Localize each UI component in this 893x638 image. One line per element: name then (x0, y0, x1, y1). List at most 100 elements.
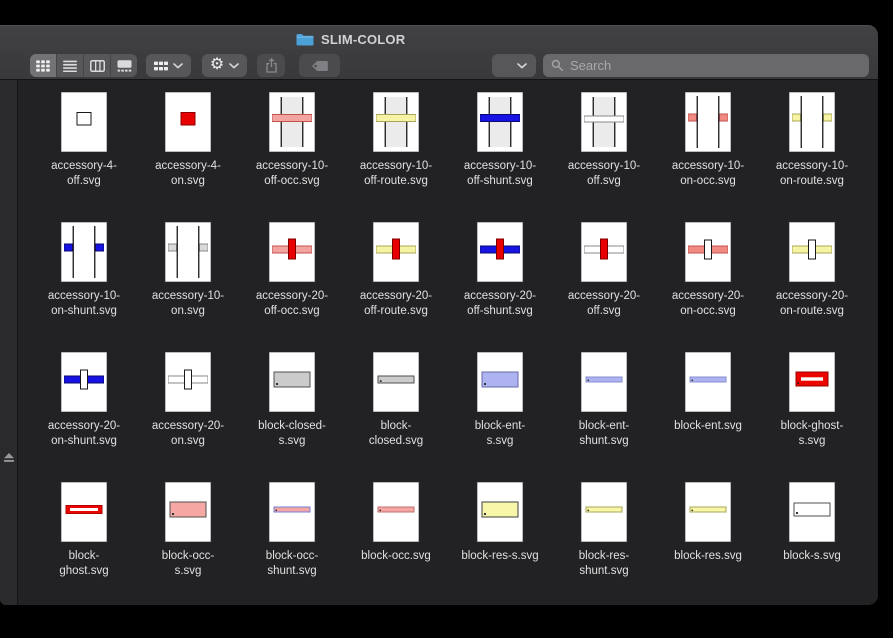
file-grid: accessory-4-off.svgaccessory-4-on.svgacc… (32, 92, 864, 605)
file-icon[interactable] (581, 352, 627, 412)
file-item[interactable]: block-ent-s.svg (448, 352, 552, 482)
file-item[interactable]: accessory-20-on-occ.svg (656, 222, 760, 352)
file-item[interactable]: block-occ.svg (344, 482, 448, 605)
file-icon[interactable] (165, 222, 211, 282)
file-item[interactable]: block-res-shunt.svg (552, 482, 656, 605)
file-item[interactable]: block-occ-shunt.svg (240, 482, 344, 605)
file-name: accessory-20-off-occ.svg (256, 289, 328, 319)
file-icon[interactable] (269, 352, 315, 412)
file-icon[interactable] (581, 482, 627, 542)
file-browser: accessory-4-off.svgaccessory-4-on.svgacc… (0, 80, 878, 605)
file-name: block-res-shunt.svg (579, 549, 629, 579)
file-item[interactable]: accessory-10-on-shunt.svg (32, 222, 136, 352)
icon-view-button[interactable] (30, 54, 56, 77)
file-item[interactable]: block-closed-s.svg (240, 352, 344, 482)
eject-button[interactable] (3, 453, 15, 463)
file-item[interactable]: accessory-10-off-occ.svg (240, 92, 344, 222)
file-icon[interactable] (477, 352, 523, 412)
file-icon[interactable] (685, 482, 731, 542)
group-by-button[interactable] (146, 54, 191, 77)
share-icon (265, 58, 278, 73)
file-item[interactable]: accessory-20-on-route.svg (760, 222, 864, 352)
file-item[interactable]: block-res.svg (656, 482, 760, 605)
file-item[interactable]: block-ent-shunt.svg (552, 352, 656, 482)
file-item[interactable]: accessory-10-on-route.svg (760, 92, 864, 222)
file-icon[interactable] (477, 482, 523, 542)
search-field (543, 54, 869, 77)
file-item[interactable]: accessory-20-off.svg (552, 222, 656, 352)
file-icon[interactable] (373, 482, 419, 542)
gallery-view-button[interactable] (111, 54, 137, 77)
file-name: accessory-10-off.svg (568, 159, 640, 189)
search-input[interactable] (543, 54, 869, 77)
file-name: accessory-20-on-route.svg (776, 289, 848, 319)
list-view-icon (63, 60, 77, 72)
file-item[interactable]: accessory-20-on-shunt.svg (32, 352, 136, 482)
file-item[interactable]: accessory-4-on.svg (136, 92, 240, 222)
file-name: accessory-20-on-shunt.svg (48, 419, 120, 449)
chevron-down-icon (517, 63, 527, 69)
file-icon[interactable] (581, 92, 627, 152)
file-icon[interactable] (477, 92, 523, 152)
file-name: block-closed-s.svg (258, 419, 326, 449)
file-item[interactable]: accessory-20-on.svg (136, 352, 240, 482)
file-name: accessory-10-off-occ.svg (256, 159, 328, 189)
file-icon[interactable] (789, 222, 835, 282)
file-item[interactable]: accessory-20-off-route.svg (344, 222, 448, 352)
file-icon[interactable] (685, 352, 731, 412)
file-icon[interactable] (581, 222, 627, 282)
file-item[interactable]: block-ghost.svg (32, 482, 136, 605)
file-icon[interactable] (373, 222, 419, 282)
file-icon[interactable] (61, 352, 107, 412)
file-name: block-ent-s.svg (475, 419, 526, 449)
toolbar: ⚙ (0, 51, 878, 81)
action-menu-button[interactable]: ⚙ (202, 54, 247, 77)
file-item[interactable]: accessory-10-on.svg (136, 222, 240, 352)
file-item[interactable]: accessory-10-off-route.svg (344, 92, 448, 222)
file-name: block-ent.svg (674, 419, 742, 434)
window-title: SLIM-COLOR (321, 32, 405, 47)
file-icon[interactable] (373, 92, 419, 152)
file-item[interactable]: accessory-20-off-occ.svg (240, 222, 344, 352)
file-item[interactable]: block-res-s.svg (448, 482, 552, 605)
titlebar[interactable]: SLIM-COLOR (296, 32, 405, 47)
file-icon[interactable] (165, 92, 211, 152)
file-item[interactable]: accessory-20-off-shunt.svg (448, 222, 552, 352)
file-icon[interactable] (373, 352, 419, 412)
file-icon[interactable] (61, 482, 107, 542)
file-icon[interactable] (685, 222, 731, 282)
file-item[interactable]: accessory-4-off.svg (32, 92, 136, 222)
list-view-button[interactable] (57, 54, 83, 77)
file-icon[interactable] (165, 352, 211, 412)
sidebar-strip (0, 80, 18, 605)
file-item[interactable]: accessory-10-off.svg (552, 92, 656, 222)
file-name: block-occ-shunt.svg (266, 549, 318, 579)
file-item[interactable]: accessory-10-off-shunt.svg (448, 92, 552, 222)
file-item[interactable]: accessory-10-on-occ.svg (656, 92, 760, 222)
file-name: accessory-10-off-shunt.svg (464, 159, 536, 189)
finder-window: SLIM-COLOR (0, 25, 878, 605)
file-item[interactable]: block-ghost-s.svg (760, 352, 864, 482)
file-item[interactable]: block-ent.svg (656, 352, 760, 482)
tag-button[interactable] (299, 54, 340, 77)
file-icon[interactable] (269, 222, 315, 282)
folder-icon (296, 33, 314, 46)
quick-group-dropdown[interactable] (492, 54, 536, 77)
file-item[interactable]: block-closed.svg (344, 352, 448, 482)
file-icon[interactable] (165, 482, 211, 542)
file-icon[interactable] (789, 482, 835, 542)
file-icon[interactable] (789, 92, 835, 152)
column-view-button[interactable] (84, 54, 110, 77)
file-name: block-ghost.svg (59, 549, 108, 579)
file-icon[interactable] (269, 482, 315, 542)
file-icon[interactable] (789, 352, 835, 412)
file-icon[interactable] (269, 92, 315, 152)
share-button[interactable] (257, 54, 285, 77)
file-icon[interactable] (61, 222, 107, 282)
file-item[interactable]: block-s.svg (760, 482, 864, 605)
file-icon[interactable] (61, 92, 107, 152)
file-item[interactable]: block-occ-s.svg (136, 482, 240, 605)
file-icon[interactable] (685, 92, 731, 152)
gear-icon: ⚙ (210, 57, 224, 73)
file-icon[interactable] (477, 222, 523, 282)
